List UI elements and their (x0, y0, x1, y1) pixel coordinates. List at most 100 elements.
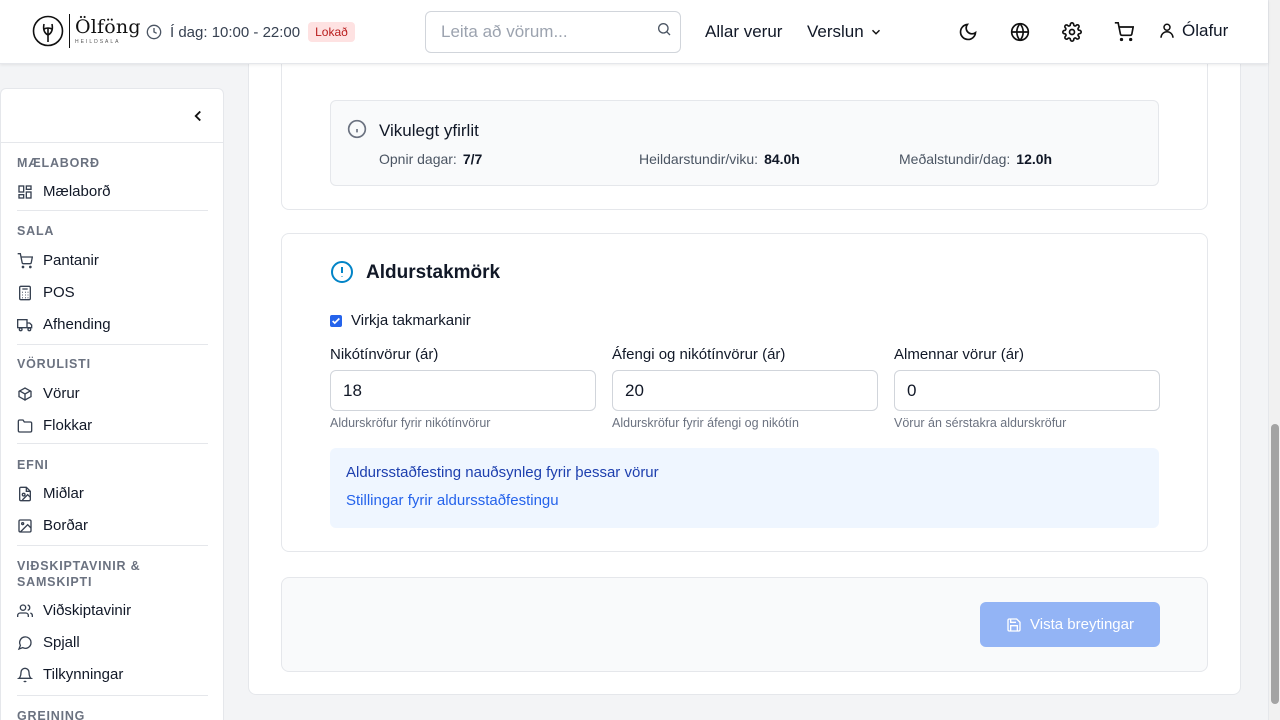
globe-icon[interactable] (1008, 20, 1032, 44)
sidebar-section-catalog: VÖRULISTI (17, 357, 91, 371)
field-label: Áfengi og nikótínvörur (ár) (612, 346, 786, 363)
search-input[interactable] (441, 22, 641, 42)
sidebar-separator (17, 443, 208, 444)
sidebar-item-banners[interactable]: Borðar (17, 517, 88, 534)
stat-label: Meðalstundir/dag: (899, 151, 1011, 167)
user-menu[interactable]: Ólafur (1158, 21, 1228, 41)
search-box[interactable] (425, 11, 681, 53)
sidebar-section-analytics: GREINING (17, 709, 86, 720)
sidebar-item-label: Pantanir (43, 252, 99, 269)
nav-store-label: Verslun (807, 22, 864, 41)
sidebar-item-label: Miðlar (43, 485, 84, 502)
stat-total-hours: Heildarstundir/viku: 84.0h (639, 151, 800, 167)
nicotine-age-input[interactable] (343, 371, 583, 410)
field-box[interactable] (330, 370, 596, 411)
sidebar-item-media[interactable]: Miðlar (17, 485, 84, 502)
sidebar-item-categories[interactable]: Flokkar (17, 417, 92, 434)
nav-store-dropdown[interactable]: Verslun (807, 22, 883, 42)
sidebar-item-dashboard[interactable]: Mælaborð (17, 183, 111, 200)
stat-avg-hours: Meðalstundir/dag: 12.0h (899, 151, 1052, 167)
field-help: Aldurskröfur fyrir áfengi og nikótín (612, 416, 799, 430)
sidebar-item-label: Mælaborð (43, 183, 111, 200)
truck-icon (17, 318, 33, 331)
field-label: Nikótínvörur (ár) (330, 346, 439, 363)
sidebar-item-delivery[interactable]: Afhending (17, 316, 111, 333)
field-help: Vörur án sérstakra aldurskröfur (894, 416, 1067, 430)
search-icon[interactable] (656, 21, 672, 37)
hours-text: Í dag: 10:00 - 22:00 (170, 23, 301, 41)
general-age-field: Almennar vörur (ár) Vörur án sérstakra a… (894, 346, 1160, 430)
image-icon (18, 518, 32, 533)
sidebar-item-notifications[interactable]: Tilkynningar (17, 666, 123, 683)
page-scrollbar[interactable] (1268, 0, 1280, 720)
sidebar-separator (17, 545, 208, 546)
check-icon (332, 317, 340, 324)
scrollbar-thumb[interactable] (1271, 424, 1279, 704)
dashboard-icon (18, 184, 32, 199)
sidebar-item-label: Borðar (43, 517, 89, 534)
sidebar-item-orders[interactable]: Pantanir (17, 252, 99, 269)
sidebar-item-chat[interactable]: Spjall (17, 634, 80, 651)
user-name: Ólafur (1182, 21, 1229, 40)
sidebar-item-label: Spjall (43, 634, 80, 651)
stat-label: Opnir dagar: (379, 151, 457, 167)
user-icon (1160, 23, 1174, 38)
main-panel: Vikulegt yfirlit Opnir dagar: 7/7 Heildar… (248, 11, 1241, 695)
field-box[interactable] (612, 370, 878, 411)
brand-logo[interactable]: Ölföng HEILDSALA (32, 11, 141, 51)
sidebar-divider (1, 142, 223, 143)
notice-title: Aldursstaðfesting nauðsynleg fyrir þessa… (346, 464, 659, 481)
stat-label: Heildarstundir/viku: (639, 151, 759, 167)
logo-divider (69, 14, 70, 48)
nav-all-products[interactable]: Allar verur (705, 22, 782, 42)
sidebar-item-pos[interactable]: POS (17, 284, 75, 301)
sidebar-item-label: Vörur (43, 385, 80, 402)
enable-restrictions-checkbox[interactable] (330, 314, 342, 327)
save-icon (1007, 617, 1021, 632)
save-changes-button[interactable]: Vista breytingar (980, 602, 1160, 647)
sidebar-section-dashboard: MÆLABORÐ (17, 156, 100, 170)
sidebar-item-label: Tilkynningar (43, 666, 124, 683)
stat-value: 7/7 (462, 151, 483, 167)
brand-subtitle: HEILDSALA (75, 38, 121, 45)
actions-card: Vista breytingar (281, 577, 1208, 672)
clock-icon (146, 24, 162, 40)
field-help: Aldurskröfur fyrir nikótínvörur (330, 416, 491, 430)
alcohol-age-field: Áfengi og nikótínvörur (ár) Aldurskröfur… (612, 346, 878, 430)
chevron-left-icon[interactable] (189, 107, 207, 125)
enable-restrictions[interactable]: Virkja takmarkanir (330, 312, 471, 329)
moon-icon[interactable] (956, 20, 980, 44)
field-box[interactable] (894, 370, 1160, 411)
chat-icon (17, 635, 32, 650)
save-label: Vista breytingar (1030, 616, 1134, 633)
section-title-line: VIÐSKIPTAVINIR & (17, 559, 141, 573)
sidebar-section-sales: SALA (17, 224, 55, 238)
age-limits-title: Aldurstakmörk (366, 262, 501, 283)
sidebar-item-label: POS (43, 284, 75, 301)
sidebar-item-customers[interactable]: Viðskiptavinir (17, 602, 131, 619)
cart-icon (17, 252, 33, 268)
gear-icon[interactable] (1060, 20, 1084, 44)
alcohol-age-input[interactable] (625, 371, 865, 410)
age-verification-notice: Aldursstaðfesting nauðsynleg fyrir þessa… (330, 448, 1159, 528)
general-age-input[interactable] (907, 371, 1147, 410)
logo-mark-icon (32, 15, 64, 47)
stat-open-days: Opnir dagar: 7/7 (379, 151, 482, 167)
logo-text: Ölföng HEILDSALA (75, 15, 141, 45)
users-icon (17, 603, 33, 617)
weekly-summary-title: Vikulegt yfirlit (379, 121, 479, 140)
sidebar-section-content: EFNI (17, 458, 49, 472)
sidebar-item-label: Viðskiptavinir (43, 602, 132, 619)
box-icon (18, 386, 32, 401)
brand-name: Ölföng (75, 15, 141, 38)
sidebar-section-customers: VIÐSKIPTAVINIR & SAMSKIPTI (17, 558, 140, 590)
alert-circle-icon (331, 261, 353, 283)
chevron-down-icon (871, 29, 880, 35)
top-header: Ölföng HEILDSALA Í dag: 10:00 - 22:00 Lo… (0, 0, 1268, 64)
sidebar-item-products[interactable]: Vörur (17, 385, 80, 402)
age-verification-settings-link[interactable]: Stillingar fyrir aldursstaðfestingu (346, 492, 559, 509)
cart-icon[interactable] (1112, 20, 1136, 44)
field-label: Almennar vörur (ár) (894, 346, 1025, 363)
info-icon (347, 119, 367, 139)
sidebar-separator (17, 344, 208, 345)
